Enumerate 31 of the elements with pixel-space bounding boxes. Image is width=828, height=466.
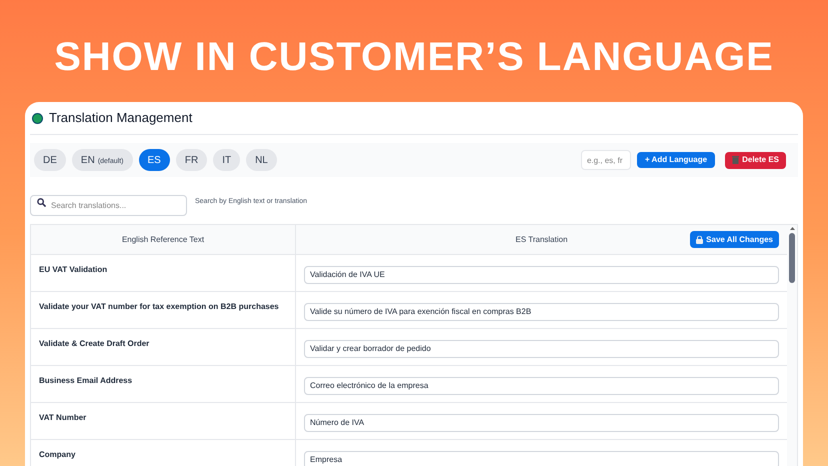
language-tab[interactable]: ES [138,149,170,171]
language-tab[interactable]: IT [213,149,240,171]
language-tab[interactable]: NL [246,149,277,171]
translation-input[interactable]: Validación de IVA UE [304,266,779,284]
column-header: English Reference Text [31,225,296,254]
english-text-cell: EU VAT Validation [31,255,296,291]
english-text-cell: VAT Number [31,403,296,439]
headline: SHOW IN CUSTOMER’S LANGUAGE [54,34,774,80]
search-field[interactable]: Search translations... [30,195,187,216]
column-header: ES Translation [515,234,568,246]
language-code-field[interactable]: e.g., es, fr [580,150,631,170]
translation-input[interactable]: Correo electrónico de la empresa [304,376,779,394]
lock-icon [696,236,704,244]
add-language-button[interactable]: + Add Language [636,152,716,168]
english-text-cell: Company [31,440,296,466]
english-text-cell: Validate your VAT number for tax exemption on B2B purchases [31,292,296,328]
translation-input[interactable]: Validar y crear borrador de pedido [304,340,779,358]
translation-input[interactable]: Valide su número de IVA para exención fiscal en compras B2B [304,302,779,320]
language-tab[interactable]: FR [176,149,208,171]
translation-input[interactable]: Número de IVA [304,414,779,432]
language-tab[interactable]: DE [34,149,66,171]
translation-input[interactable]: Empresa [304,450,779,466]
trash-icon [732,156,740,164]
delete-language-button[interactable]: Delete ES [725,152,786,168]
english-text-cell: Validate & Create Draft Order [31,329,296,365]
english-text-cell: Business Email Address [31,366,296,402]
save-all-button[interactable]: Save All Changes [690,231,779,248]
window-title: Translation Management [49,109,192,128]
scrollbar-thumb[interactable] [789,233,795,283]
search-icon [37,198,46,207]
scroll-up-icon [790,227,794,230]
